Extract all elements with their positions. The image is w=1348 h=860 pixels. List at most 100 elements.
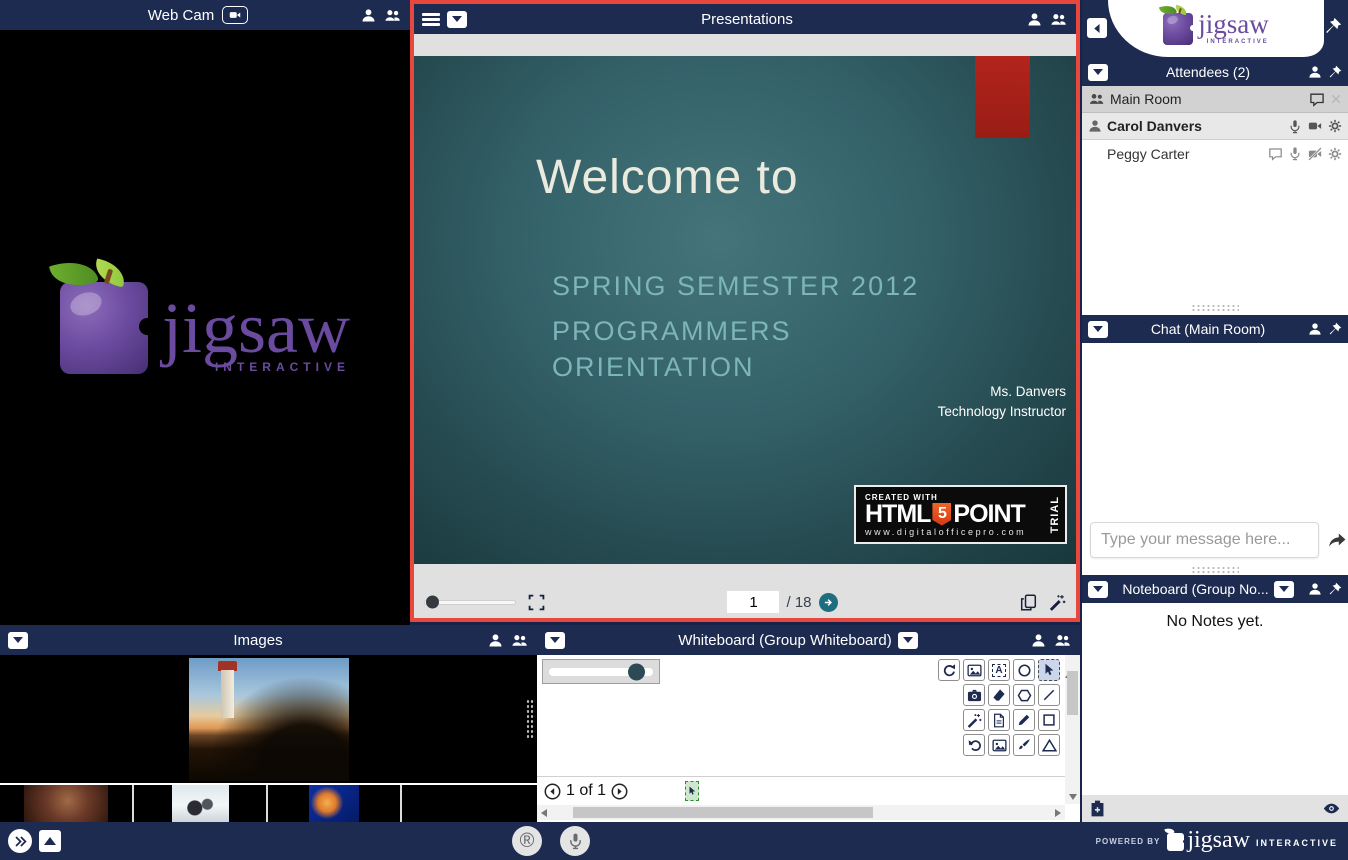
close-icon[interactable]	[1330, 93, 1342, 105]
undo-tool-button[interactable]	[963, 734, 985, 756]
attendee-row[interactable]: Carol Danvers	[1082, 113, 1348, 140]
pin-icon[interactable]	[1324, 17, 1342, 35]
zoom-slider[interactable]	[424, 600, 516, 605]
next-page-icon[interactable]	[611, 783, 628, 800]
chat-bubble-icon[interactable]	[1309, 92, 1325, 107]
page-number-input[interactable]	[727, 591, 779, 613]
select-tool-button[interactable]	[1038, 659, 1060, 681]
microphone-button[interactable]	[560, 826, 590, 856]
images-header[interactable]: Images	[0, 625, 537, 655]
jigsaw-logo: jigsaw INTERACTIVE	[1163, 13, 1269, 45]
background-image-tool-button[interactable]	[988, 734, 1010, 756]
pin-icon[interactable]	[1328, 322, 1342, 336]
group-icon[interactable]	[1053, 633, 1072, 648]
noteboard-select-dropdown-button[interactable]	[1274, 581, 1294, 598]
text-tool-button[interactable]: A	[988, 659, 1010, 681]
pin-icon[interactable]	[1328, 65, 1342, 79]
mic-icon[interactable]	[1288, 119, 1302, 134]
collapse-sidebar-button[interactable]	[1087, 18, 1107, 38]
next-slide-button[interactable]	[819, 593, 838, 612]
record-symbol: ®	[520, 830, 535, 853]
slide-presenter: Ms. Danvers Technology Instructor	[938, 382, 1066, 423]
snapshot-tool-button[interactable]	[963, 684, 985, 706]
thumbnail-hockey[interactable]	[172, 785, 229, 822]
pencil-tool-button[interactable]	[1013, 709, 1035, 731]
horizontal-scrollbar[interactable]	[537, 805, 1065, 820]
rectangle-tool-button[interactable]	[1038, 709, 1060, 731]
person-icon[interactable]	[1027, 12, 1042, 27]
whiteboard-dropdown-button[interactable]	[545, 632, 565, 649]
brush-size-slider-thumb[interactable]	[628, 663, 645, 680]
whiteboard-header[interactable]: Whiteboard (Group Whiteboard)	[537, 625, 1080, 655]
triangle-tool-button[interactable]	[1038, 734, 1060, 756]
person-icon[interactable]	[1031, 633, 1046, 648]
chat-dropdown-button[interactable]	[1088, 321, 1108, 338]
highlighter-tool-button[interactable]	[963, 709, 985, 731]
resize-handle[interactable]	[1191, 566, 1239, 575]
copy-slide-icon[interactable]	[1020, 594, 1037, 611]
line-tool-button[interactable]	[1038, 684, 1060, 706]
rotate-tool-button[interactable]	[938, 659, 960, 681]
whiteboard-page-thumbnail[interactable]	[685, 781, 699, 801]
attendees-header[interactable]: Attendees (2)	[1082, 58, 1348, 86]
document-tool-button[interactable]	[988, 709, 1010, 731]
attendee-row[interactable]: Peggy Carter	[1082, 140, 1348, 167]
gear-icon[interactable]	[1328, 147, 1342, 161]
attendee-room-row[interactable]: Main Room	[1082, 86, 1348, 113]
vertical-scrollbar-thumb[interactable]	[1067, 671, 1078, 715]
group-icon[interactable]	[1049, 12, 1068, 27]
resize-handle[interactable]	[526, 699, 535, 739]
vertical-scrollbar[interactable]	[1065, 655, 1080, 804]
group-icon[interactable]	[383, 8, 402, 23]
record-button[interactable]: ®	[512, 826, 542, 856]
annotate-wand-icon[interactable]	[1049, 594, 1066, 611]
person-icon[interactable]	[1308, 322, 1322, 336]
brush-size-slider[interactable]	[542, 659, 660, 684]
person-icon[interactable]	[361, 8, 376, 23]
webcam-off-icon[interactable]	[1307, 147, 1323, 161]
person-icon[interactable]	[1308, 65, 1322, 79]
chat-message-input[interactable]	[1090, 522, 1319, 558]
room-name: Main Room	[1110, 91, 1304, 107]
noteboard-header[interactable]: Noteboard (Group No...	[1082, 575, 1348, 603]
noteboard-dropdown-button[interactable]	[1088, 581, 1108, 598]
group-icon[interactable]	[510, 633, 529, 648]
attendees-dropdown-button[interactable]	[1088, 64, 1108, 81]
thumbnail-restaurant[interactable]	[24, 785, 108, 822]
person-icon[interactable]	[488, 633, 503, 648]
zoom-slider-thumb[interactable]	[426, 596, 439, 609]
horizontal-scrollbar-thumb[interactable]	[573, 807, 873, 818]
brush-tool-button[interactable]	[1013, 734, 1035, 756]
mic-icon[interactable]	[1288, 146, 1302, 161]
image-thumbnail[interactable]	[134, 785, 268, 822]
insert-image-tool-button[interactable]	[963, 659, 985, 681]
menu-icon[interactable]	[422, 13, 440, 26]
whiteboard-select-dropdown-button[interactable]	[898, 632, 918, 649]
webcam-icon[interactable]	[1307, 119, 1323, 133]
previous-page-icon[interactable]	[544, 783, 561, 800]
images-dropdown-button[interactable]	[8, 632, 28, 649]
chat-header[interactable]: Chat (Main Room)	[1082, 315, 1348, 343]
ellipse-tool-button[interactable]	[1013, 659, 1035, 681]
gear-icon[interactable]	[1328, 119, 1342, 133]
expand-tray-button[interactable]	[8, 829, 32, 853]
presentations-header[interactable]: Presentations	[414, 4, 1076, 34]
thumbnail-jellyfish[interactable]	[309, 785, 359, 822]
send-message-icon[interactable]	[1327, 531, 1347, 549]
image-thumbnail[interactable]	[268, 785, 402, 822]
add-note-icon[interactable]	[1089, 800, 1106, 817]
webcam-icon	[222, 6, 248, 24]
raise-panel-button[interactable]	[39, 830, 61, 852]
eye-icon[interactable]	[1322, 800, 1341, 817]
chat-bubble-icon[interactable]	[1268, 147, 1283, 161]
resize-handle[interactable]	[1191, 304, 1239, 313]
pin-icon[interactable]	[1328, 582, 1342, 596]
webcam-header[interactable]: Web Cam	[0, 0, 410, 30]
presentations-dropdown-button[interactable]	[447, 11, 467, 28]
image-thumbnail[interactable]	[0, 785, 134, 822]
person-icon[interactable]	[1308, 582, 1322, 596]
fullscreen-icon[interactable]	[528, 594, 545, 611]
polygon-tool-button[interactable]	[1013, 684, 1035, 706]
whiteboard-canvas[interactable]: A 1 of 1	[537, 655, 1080, 822]
eraser-tool-button[interactable]	[988, 684, 1010, 706]
